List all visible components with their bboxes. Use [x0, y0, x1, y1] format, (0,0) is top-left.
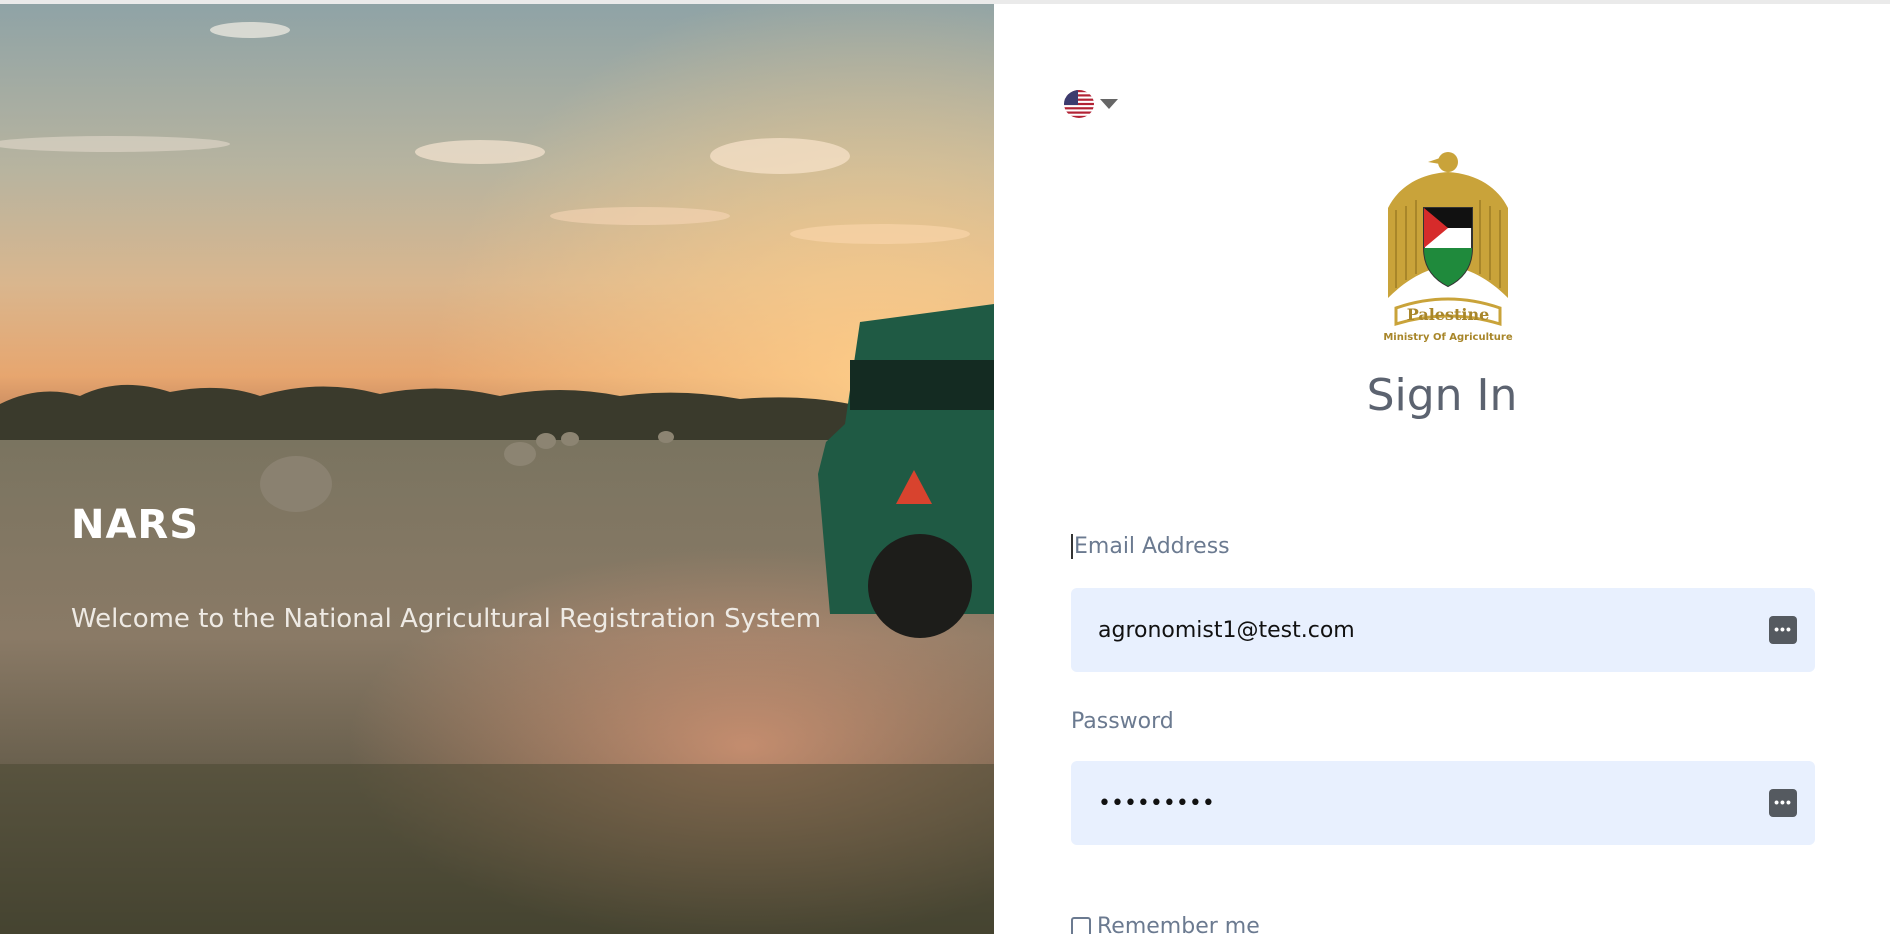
emblem-country-text: Palestine: [1407, 305, 1490, 324]
password-manager-icon[interactable]: •••: [1769, 789, 1797, 817]
password-field-container: •••: [1071, 761, 1815, 845]
hero-subtitle: Welcome to the National Agricultural Reg…: [71, 604, 822, 634]
hero-panel: NARS Welcome to the National Agricultura…: [0, 4, 994, 934]
email-label: Email Address: [1071, 534, 1230, 559]
emblem-ministry-text: Ministry Of Agriculture: [1383, 332, 1512, 343]
password-manager-icon[interactable]: •••: [1769, 616, 1797, 644]
remember-me-checkbox[interactable]: [1071, 916, 1091, 934]
password-field[interactable]: [1071, 761, 1751, 845]
chevron-down-icon: [1100, 99, 1118, 109]
us-flag-icon: [1064, 90, 1094, 118]
password-label: Password: [1071, 709, 1174, 734]
page-title: Sign In: [1366, 370, 1518, 421]
hero-title: NARS: [71, 502, 200, 548]
language-selector[interactable]: [1064, 90, 1118, 118]
ministry-emblem-logo: Palestine Ministry Of Agriculture: [1383, 152, 1513, 343]
hero-background-image: [0, 4, 994, 934]
remember-me[interactable]: Remember me: [1071, 914, 1260, 934]
email-field[interactable]: [1071, 588, 1751, 672]
email-field-container: •••: [1071, 588, 1815, 672]
remember-me-label: Remember me: [1097, 914, 1260, 934]
login-panel: Palestine Ministry Of Agriculture Sign I…: [994, 4, 1890, 934]
